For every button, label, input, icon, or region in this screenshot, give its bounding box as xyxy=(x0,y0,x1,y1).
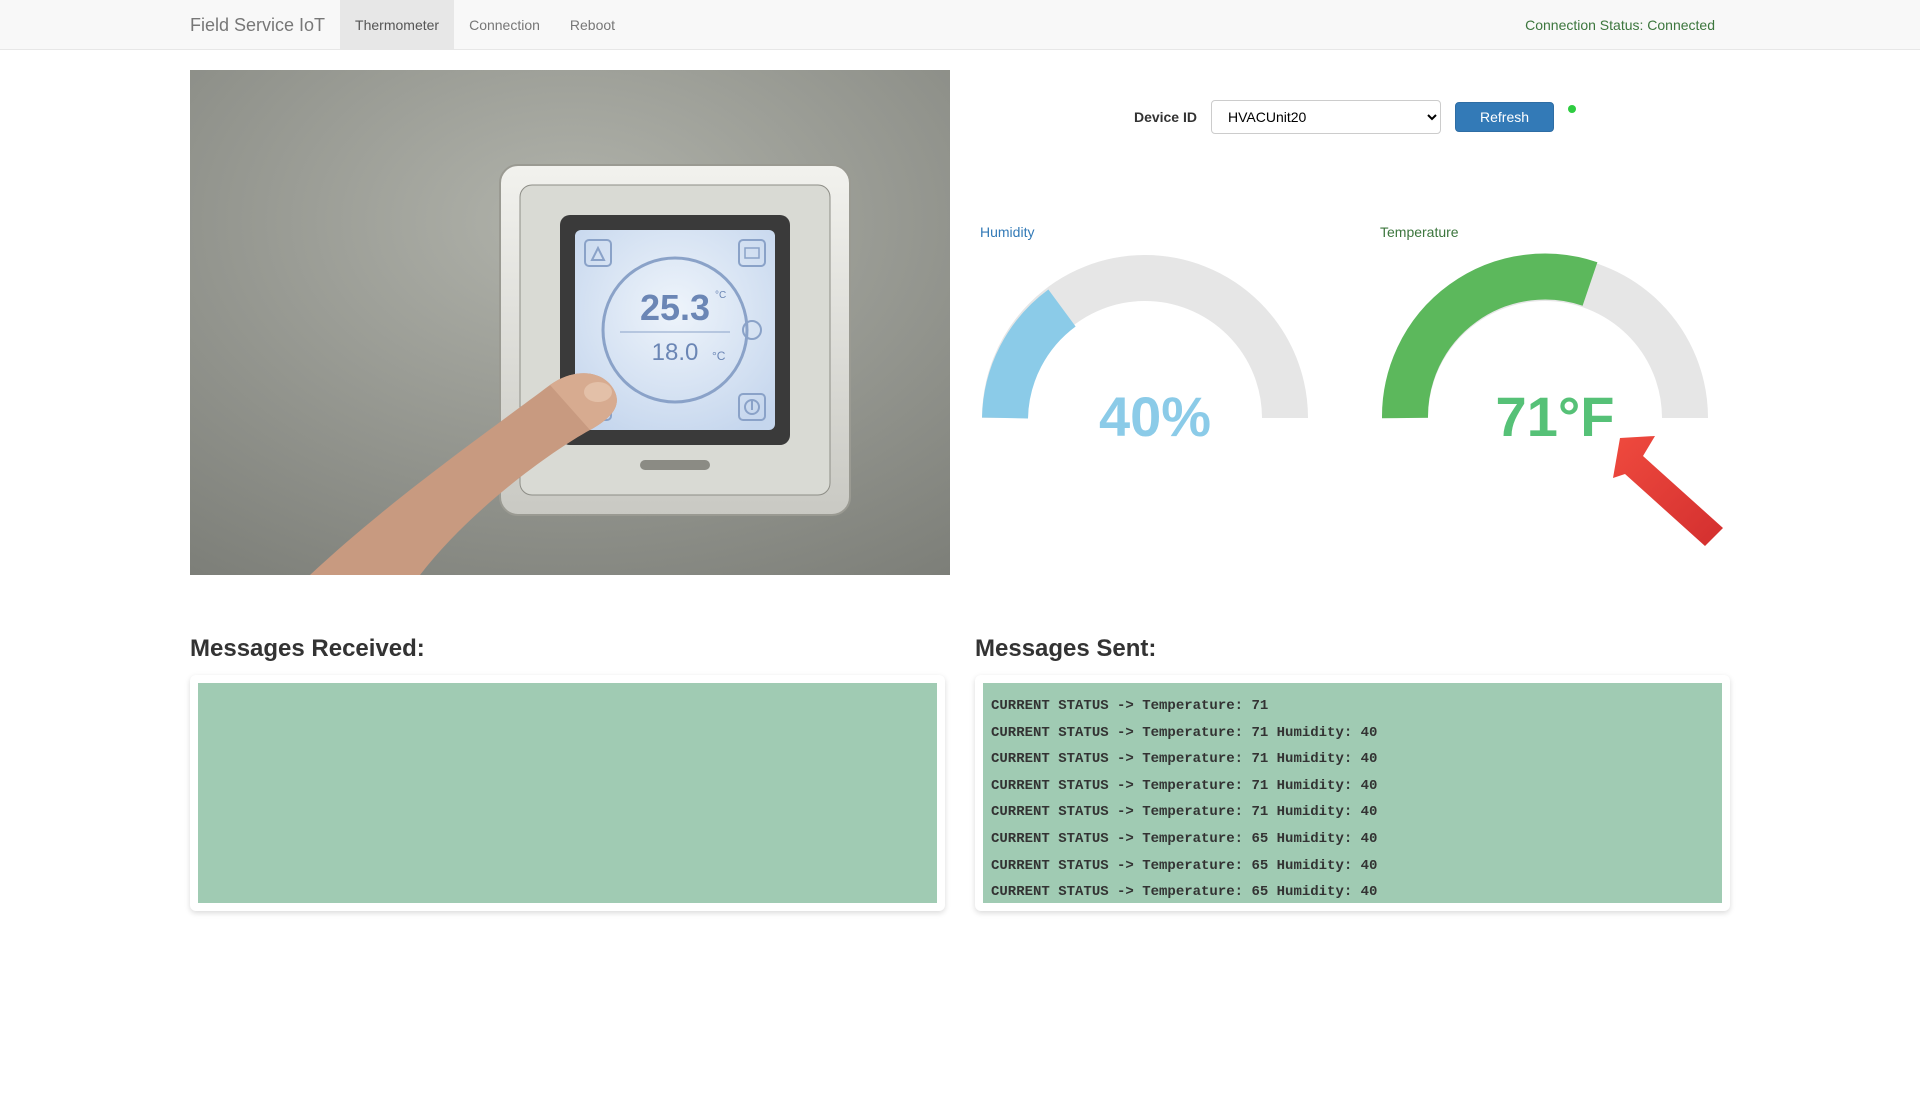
tab-reboot[interactable]: Reboot xyxy=(555,0,630,49)
device-id-label: Device ID xyxy=(1134,109,1197,125)
messages-received-box[interactable] xyxy=(198,683,937,903)
messages-received-heading: Messages Received: xyxy=(190,635,945,663)
humidity-gauge: Humidity 40% xyxy=(980,224,1330,493)
temperature-title: Temperature xyxy=(1380,224,1730,240)
tab-connection[interactable]: Connection xyxy=(454,0,555,49)
messages-sent-panel: Messages Sent: CURRENT STATUS -> Tempera… xyxy=(975,635,1730,911)
humidity-title: Humidity xyxy=(980,224,1330,240)
svg-text:18.0: 18.0 xyxy=(652,339,699,366)
annotation-arrow-icon xyxy=(1605,428,1735,548)
device-row: Device ID HVACUnit20 Refresh xyxy=(980,100,1730,134)
svg-text:°C: °C xyxy=(712,349,726,363)
connection-status: Connection Status: Connected xyxy=(1525,17,1715,33)
msg-line: CURRENT STATUS -> Temperature: 65 Humidi… xyxy=(991,853,1714,880)
messages-sent-heading: Messages Sent: xyxy=(975,635,1730,663)
main-container: 25.3 °C 18.0 °C xyxy=(190,50,1730,911)
msg-line: CURRENT STATUS -> Temperature: 65 Humidi… xyxy=(991,879,1714,903)
svg-text:°C: °C xyxy=(715,290,726,301)
msg-line: CURRENT STATUS -> Temperature: 71 Humidi… xyxy=(991,720,1714,747)
tab-thermometer[interactable]: Thermometer xyxy=(340,0,454,49)
navbar: Field Service IoT Thermometer Connection… xyxy=(0,0,1920,50)
device-id-select[interactable]: HVACUnit20 xyxy=(1211,100,1441,134)
messages-received-panel: Messages Received: xyxy=(190,635,945,911)
thermostat-photo: 25.3 °C 18.0 °C xyxy=(190,70,950,575)
msg-line: CURRENT STATUS -> Temperature: 71 Humidi… xyxy=(991,799,1714,826)
msg-line: CURRENT STATUS -> Temperature: 71 Humidi… xyxy=(991,746,1714,773)
refresh-button[interactable]: Refresh xyxy=(1455,102,1554,132)
msg-line: CURRENT STATUS -> Temperature: 71 Humidi… xyxy=(991,773,1714,800)
messages-sent-box[interactable]: CURRENT STATUS -> Temperature: 71CURRENT… xyxy=(983,683,1722,903)
svg-text:25.3: 25.3 xyxy=(640,287,710,328)
msg-line: CURRENT STATUS -> Temperature: 65 Humidi… xyxy=(991,826,1714,853)
brand[interactable]: Field Service IoT xyxy=(190,0,340,49)
temperature-gauge: Temperature 71°F xyxy=(1380,224,1730,493)
status-indicator-icon xyxy=(1568,105,1576,113)
humidity-value: 40% xyxy=(980,384,1330,449)
msg-line: CURRENT STATUS -> Temperature: 71 xyxy=(991,693,1714,720)
